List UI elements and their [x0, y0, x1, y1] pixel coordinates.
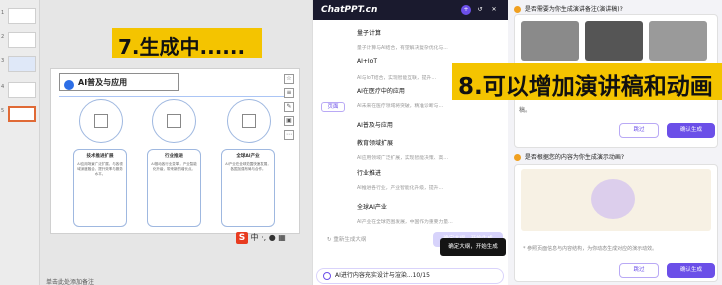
ime-mode[interactable]: 中: [251, 233, 259, 242]
keyboard-icon[interactable]: ▦: [278, 233, 286, 242]
image-icon[interactable]: ▣: [284, 116, 294, 126]
outline-item[interactable]: 量子计算: [357, 28, 381, 37]
preview-thumbnail: [521, 21, 579, 61]
outline-item[interactable]: AI推进各行业，产业智能化升级，提升…: [357, 184, 443, 191]
outline-item[interactable]: AI在医疗中的应用: [357, 86, 405, 95]
bulb-icon: [514, 154, 521, 161]
step-annotation: 7.生成中......: [112, 28, 262, 59]
image-placeholder-icon: [94, 114, 108, 128]
layers-icon[interactable]: ≡: [284, 88, 294, 98]
logo-icon: [64, 80, 74, 90]
ime-logo-icon: S: [236, 232, 248, 244]
preview-thumbnail: [585, 21, 643, 61]
circle-icon-frame: [227, 99, 271, 143]
slide-thumbnail-panel: 1 2 3 4 5: [0, 0, 40, 285]
animation-preview: [521, 169, 711, 231]
slide-title-box[interactable]: AI普及与应用: [59, 73, 179, 91]
card-body: AI应用场景广泛扩展，与各领域深度融合，提升效率与服务水平。: [77, 162, 123, 176]
outline-item[interactable]: 量子计算与AI结合，有望解决复杂优化与...: [357, 44, 448, 51]
progress-bar: AI进行内容充实设计与渲染...10/15: [316, 268, 504, 284]
outline-item[interactable]: 教育领域扩展: [357, 138, 393, 147]
close-icon[interactable]: ✕: [489, 5, 499, 15]
outline-item[interactable]: AI+IoT: [357, 58, 377, 65]
card-title: 行业推进: [165, 154, 183, 159]
bulb-icon: [514, 6, 521, 13]
generation-options-panel: 是否需要为你生成演讲备注(演讲稿)? 稿。 跳过 确认生成 是否根据您的内容为你…: [508, 0, 722, 285]
slide-number: 4: [1, 84, 5, 90]
slide-thumbnail[interactable]: [8, 8, 36, 24]
content-card[interactable]: 技术推进扩展 AI应用场景广泛扩展，与各领域深度融合，提升效率与服务水平。: [73, 149, 127, 227]
card-title: 全球AI产业: [236, 154, 260, 159]
animation-card: * 参照页面信息与内容结构，为你动态生成对应的演示动效。 跳过 确认生成: [514, 164, 718, 282]
tooltip: 确定大纲，开始生成: [440, 238, 506, 256]
slide-thumbnail[interactable]: [8, 82, 36, 98]
outline-item[interactable]: AI产业在全球范围发展，中国作为重要力量…: [357, 218, 453, 225]
confirm-generate-button[interactable]: 确认生成: [667, 263, 715, 278]
question-text: 是否根据您的内容为你生成演示动画?: [524, 154, 625, 161]
slide-thumbnail[interactable]: [8, 56, 36, 72]
regenerate-outline-link[interactable]: ↻ 重新生成大纲: [327, 235, 366, 243]
spinner-icon: [323, 272, 331, 280]
circle-icon-frame: [79, 99, 123, 143]
animation-question: 是否根据您的内容为你生成演示动画?: [514, 152, 624, 161]
card-title: 技术推进扩展: [86, 154, 114, 159]
chatppt-logo: ChatPPT.cn: [321, 5, 378, 15]
card-body: AI推动各行业变革，产业智能化升级，带来新的增长点。: [151, 162, 197, 171]
edit-icon[interactable]: ✎: [284, 102, 294, 112]
image-placeholder-icon: [242, 114, 256, 128]
section-pill[interactable]: 页面: [321, 102, 345, 112]
slide-side-toolbar: ☆ ≡ ✎ ▣ ⋯: [284, 74, 296, 154]
preview-thumbnail: [649, 21, 707, 61]
slide-thumbnail-selected[interactable]: [8, 106, 36, 122]
outline-item[interactable]: AI普及与应用: [357, 120, 393, 129]
divider: [59, 96, 291, 97]
card-body: AI产业在全球范围快速发展，各国加强布局与合作。: [225, 162, 271, 171]
slide-number: 1: [1, 10, 5, 16]
slide-number: 5: [1, 108, 5, 114]
history-icon[interactable]: ↺: [475, 5, 485, 15]
chatppt-header: ChatPPT.cn + ↺ ✕: [313, 0, 509, 20]
skip-button[interactable]: 跳过: [619, 263, 659, 278]
outline-item[interactable]: AI应用领域广泛扩展，实现智能决策、高…: [357, 154, 448, 161]
slide-title: AI普及与应用: [78, 78, 128, 87]
ime-punct[interactable]: ·,: [261, 233, 266, 242]
ime-toolbar[interactable]: S 中 ·, ● ▦: [236, 232, 312, 246]
mic-icon[interactable]: ●: [269, 233, 276, 242]
step-annotation: 8.可以增加演讲稿和动画: [452, 63, 722, 100]
slide-number: 2: [1, 34, 5, 40]
speaker-notes-question: 是否需要为你生成演讲备注(演讲稿)?: [514, 4, 623, 13]
content-card[interactable]: 行业推进 AI推动各行业变革，产业智能化升级，带来新的增长点。: [147, 149, 201, 227]
preview-illustration: [591, 179, 635, 219]
content-card[interactable]: 全球AI产业 AI产业在全球范围快速发展，各国加强布局与合作。: [221, 149, 275, 227]
skip-button[interactable]: 跳过: [619, 123, 659, 138]
star-icon[interactable]: ☆: [284, 74, 294, 84]
notes-placeholder[interactable]: 单击此处添加备注: [46, 277, 94, 285]
slide-canvas[interactable]: AI普及与应用 技术推进扩展 AI应用场景广泛扩展，与各领域深度融合，提升效率与…: [50, 68, 300, 234]
image-placeholder-icon: [167, 114, 181, 128]
outline-item[interactable]: 行业推进: [357, 168, 381, 177]
progress-text: AI进行内容充实设计与渲染...10/15: [335, 272, 430, 279]
outline-item[interactable]: AI未来在医疗领域将突破，精准诊断与…: [357, 102, 443, 109]
slide-number: 3: [1, 58, 5, 64]
animation-note: * 参照页面信息与内容结构，为你动态生成对应的演示动效。: [523, 246, 658, 252]
confirm-generate-button[interactable]: 确认生成: [667, 123, 715, 138]
add-icon[interactable]: +: [461, 5, 471, 15]
more-icon[interactable]: ⋯: [284, 130, 294, 140]
circle-icon-frame: [152, 99, 196, 143]
partial-text: 稿。: [519, 107, 532, 114]
slide-thumbnail[interactable]: [8, 32, 36, 48]
question-text: 是否需要为你生成演讲备注(演讲稿)?: [524, 6, 623, 13]
outline-item[interactable]: AI与IoT结合，实现智能互联，提升…: [357, 74, 436, 81]
outline-item[interactable]: 全球AI产业: [357, 202, 387, 211]
